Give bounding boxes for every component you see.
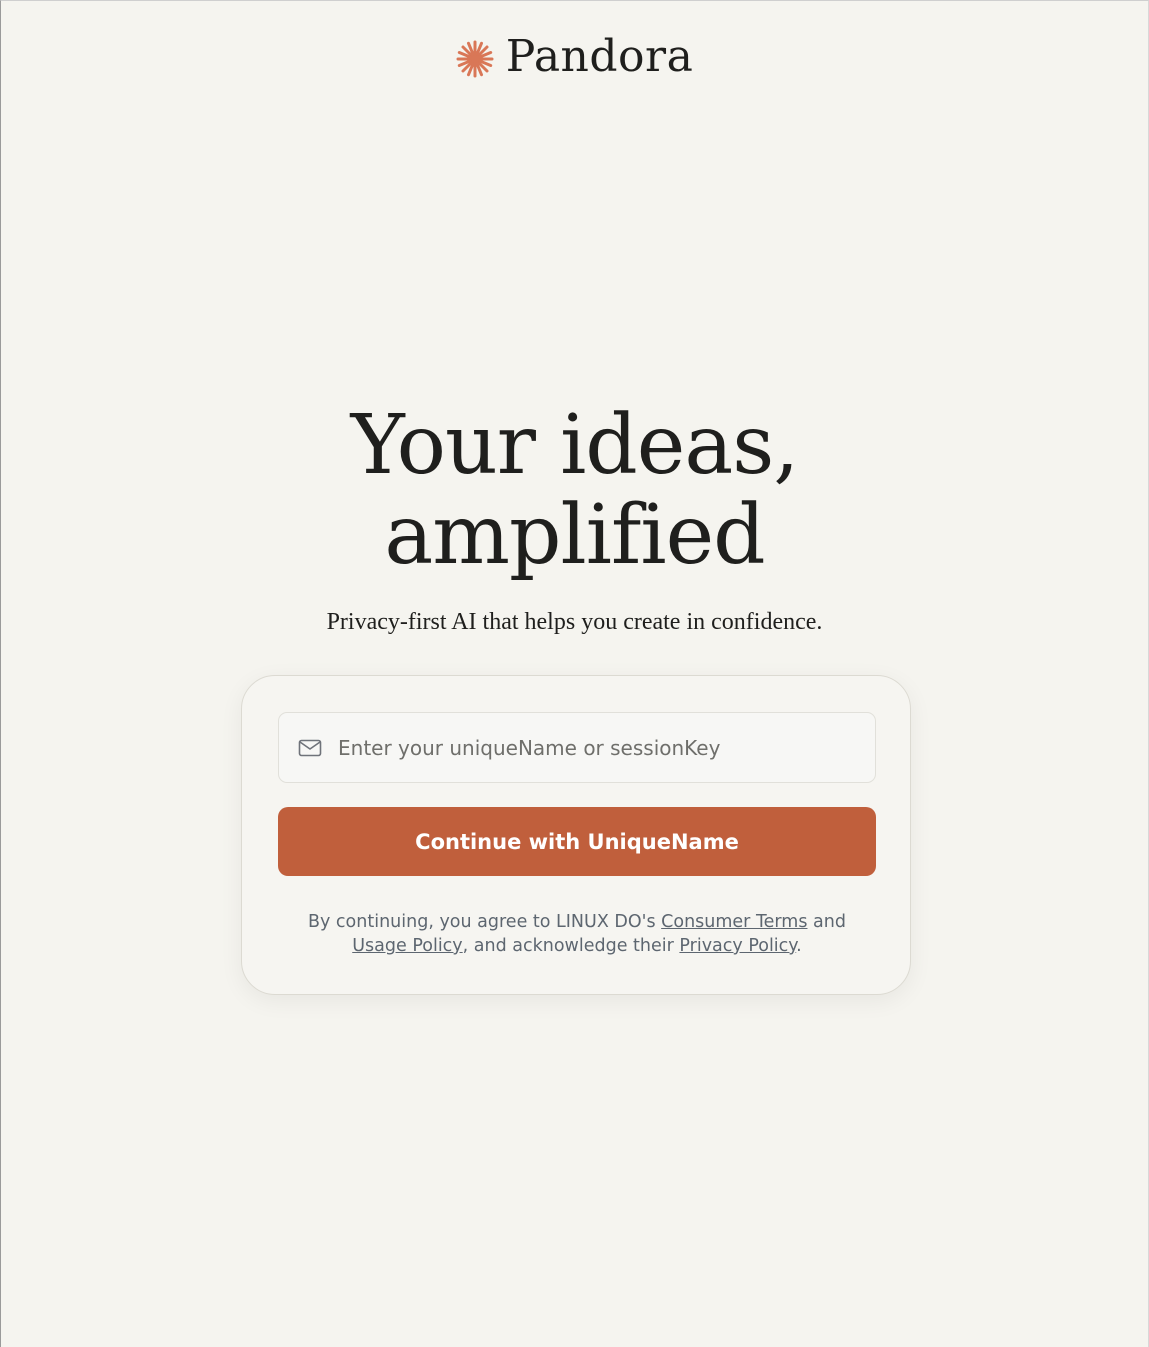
hero-section: Your ideas, amplified Privacy-first AI t… xyxy=(1,401,1148,636)
legal-and: and xyxy=(807,912,846,932)
headline-line-2: amplified xyxy=(384,488,765,583)
continue-button[interactable]: Continue with UniqueName xyxy=(278,807,876,876)
legal-middle: , and acknowledge their xyxy=(462,936,680,956)
subtitle: Privacy-first AI that helps you create i… xyxy=(326,609,823,635)
headline: Your ideas, amplified xyxy=(1,401,1148,581)
headline-line-1: Your ideas, xyxy=(350,398,800,493)
legal-suffix: . xyxy=(796,936,802,956)
unique-name-input[interactable] xyxy=(338,727,858,768)
login-card: Continue with UniqueName By continuing, … xyxy=(241,675,911,995)
consumer-terms-link[interactable]: Consumer Terms xyxy=(661,912,807,932)
starburst-icon xyxy=(456,40,494,78)
login-field[interactable] xyxy=(278,712,876,783)
brand-name: Pandora xyxy=(505,31,694,82)
privacy-policy-link[interactable]: Privacy Policy xyxy=(679,936,796,956)
legal-prefix: By continuing, you agree to LINUX DO's xyxy=(308,912,662,932)
legal-notice: By continuing, you agree to LINUX DO's C… xyxy=(278,910,876,958)
mail-icon xyxy=(298,736,322,760)
header: Pandora xyxy=(1,35,1148,79)
usage-policy-link[interactable]: Usage Policy xyxy=(352,936,462,956)
